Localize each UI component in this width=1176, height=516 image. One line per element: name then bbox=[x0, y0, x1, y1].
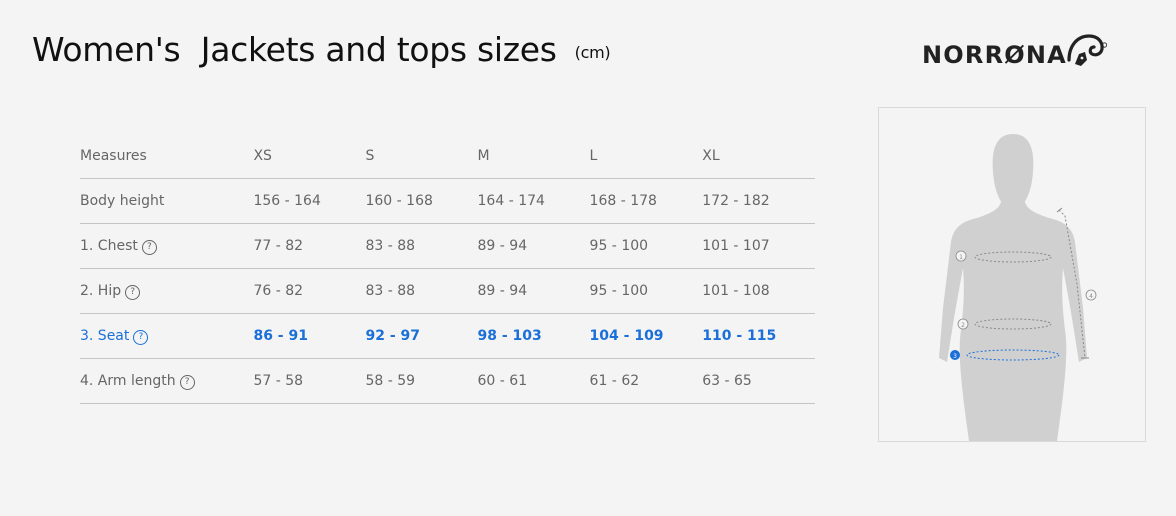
table-cell: 104 - 109 bbox=[589, 313, 703, 359]
table-cell: 58 - 59 bbox=[365, 358, 478, 404]
row-label: 3. Seat? bbox=[80, 313, 254, 359]
table-cell: 92 - 97 bbox=[365, 313, 478, 359]
table-row-chest: 1. Chest? 77 - 82 83 - 88 89 - 94 95 - 1… bbox=[80, 223, 815, 269]
figure-marker-4: 4 bbox=[1089, 293, 1093, 300]
table-cell: 95 - 100 bbox=[589, 268, 703, 314]
help-icon[interactable]: ? bbox=[133, 329, 149, 345]
column-header: XS bbox=[253, 134, 366, 179]
row-label: Body height bbox=[80, 178, 254, 224]
table-row-hip: 2. Hip? 76 - 82 83 - 88 89 - 94 95 - 100… bbox=[80, 268, 815, 314]
table-cell: 164 - 174 bbox=[477, 178, 590, 224]
row-label-text: Body height bbox=[80, 193, 165, 209]
figure-marker-3: 3 bbox=[953, 353, 957, 360]
table-cell: 89 - 94 bbox=[477, 223, 590, 269]
row-label-text: 3. Seat bbox=[80, 327, 130, 344]
table-cell: 156 - 164 bbox=[253, 178, 366, 224]
table-cell: 86 - 91 bbox=[253, 313, 366, 359]
row-label: 1. Chest? bbox=[80, 223, 254, 269]
logo-wordmark: NORRØNA bbox=[922, 41, 1067, 69]
table-cell: 83 - 88 bbox=[365, 223, 478, 269]
table-cell: 98 - 103 bbox=[477, 313, 590, 359]
help-icon[interactable]: ? bbox=[179, 374, 195, 390]
brand-logo: NORRØNA bbox=[922, 30, 1107, 70]
table-cell: 89 - 94 bbox=[477, 268, 590, 314]
page-title: Women's Jackets and tops sizes (cm) bbox=[32, 30, 611, 69]
row-label-text: 4. Arm length bbox=[80, 372, 176, 389]
table-row-body-height: Body height 156 - 164 160 - 168 164 - 17… bbox=[80, 178, 815, 224]
table-cell: 95 - 100 bbox=[589, 223, 703, 269]
figure-marker-2: 2 bbox=[961, 322, 965, 329]
table-cell: 83 - 88 bbox=[365, 268, 478, 314]
table-cell: 168 - 178 bbox=[589, 178, 703, 224]
table-cell: 76 - 82 bbox=[253, 268, 366, 314]
column-header: Measures bbox=[80, 134, 254, 179]
table-cell: 110 - 115 bbox=[702, 313, 815, 359]
table-cell: 57 - 58 bbox=[253, 358, 366, 404]
unit-label: (cm) bbox=[574, 43, 611, 62]
body-silhouette-illustration: 1 2 3 4 bbox=[939, 134, 1097, 441]
column-header: L bbox=[589, 134, 703, 179]
ram-head-icon bbox=[1067, 34, 1107, 66]
size-chart-table: Measures XS S M L XL Body height 156 - 1… bbox=[80, 134, 815, 404]
column-header: S bbox=[365, 134, 478, 179]
row-label: 4. Arm length? bbox=[80, 358, 254, 404]
table-cell: 160 - 168 bbox=[365, 178, 478, 224]
table-cell: 60 - 61 bbox=[477, 358, 590, 404]
table-cell: 101 - 107 bbox=[702, 223, 815, 269]
table-row-seat: 3. Seat? 86 - 91 92 - 97 98 - 103 104 - … bbox=[80, 313, 815, 359]
row-label-text: 2. Hip bbox=[80, 282, 122, 299]
help-icon[interactable]: ? bbox=[125, 284, 141, 300]
title-text: Women's Jackets and tops sizes bbox=[32, 30, 557, 69]
table-cell: 61 - 62 bbox=[589, 358, 703, 404]
column-header: M bbox=[477, 134, 590, 179]
table-cell: 101 - 108 bbox=[702, 268, 815, 314]
table-cell: 172 - 182 bbox=[702, 178, 815, 224]
row-label-text: 1. Chest bbox=[80, 237, 138, 254]
column-header: XL bbox=[702, 134, 815, 179]
figure-marker-1: 1 bbox=[959, 254, 963, 261]
table-row-arm-length: 4. Arm length? 57 - 58 58 - 59 60 - 61 6… bbox=[80, 358, 815, 404]
measurement-figure: 1 2 3 4 bbox=[878, 107, 1146, 442]
table-cell: 63 - 65 bbox=[702, 358, 815, 404]
table-header-row: Measures XS S M L XL bbox=[80, 134, 815, 179]
help-icon[interactable]: ? bbox=[141, 239, 157, 255]
row-label: 2. Hip? bbox=[80, 268, 254, 314]
table-cell: 77 - 82 bbox=[253, 223, 366, 269]
